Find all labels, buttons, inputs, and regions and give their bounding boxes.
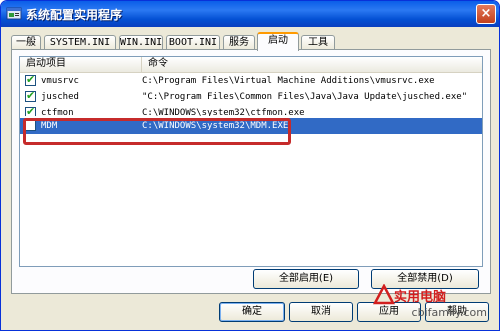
checkmark-icon: ✔	[26, 105, 36, 116]
checkmark-icon: ✔	[26, 73, 36, 86]
checkmark-icon: ✔	[26, 89, 36, 102]
item-command: C:\WINDOWS\system32\ctfmon.exe	[142, 108, 305, 116]
tab-system-ini[interactable]: SYSTEM.INI	[44, 35, 116, 50]
startup-list[interactable]: 启动项目 命令 ✔ vmusrvc C:\Program Files\Virtu…	[19, 56, 483, 267]
tab-tools[interactable]: 工具	[301, 35, 335, 50]
annotation-highlight-box	[23, 118, 291, 145]
tab-general[interactable]: 一般	[11, 35, 41, 50]
list-header: 启动项目 命令	[20, 57, 482, 73]
close-icon: ×	[480, 6, 492, 21]
cancel-button[interactable]: 取消	[289, 302, 353, 322]
site-watermark: 实用电脑 cbifamily.com	[373, 284, 493, 322]
close-button[interactable]: ×	[476, 4, 496, 24]
list-item[interactable]: ✔ ctfmon C:\WINDOWS\system32\ctfmon.exe	[20, 105, 482, 116]
watermark-url: cbifamily.com	[411, 306, 487, 319]
enable-all-button[interactable]: 全部启用(E)	[253, 269, 359, 289]
column-startup-item[interactable]: 启动项目	[20, 57, 142, 72]
item-command: "C:\Program Files\Common Files\Java\Java…	[142, 92, 468, 102]
title-bar[interactable]: 系统配置实用程序 ×	[1, 1, 499, 27]
system-config-window: 系统配置实用程序 × 一般 SYSTEM.INI WIN.INI BOOT.IN…	[0, 0, 500, 331]
list-item[interactable]: ✔ vmusrvc C:\Program Files\Virtual Machi…	[20, 73, 482, 89]
column-command[interactable]: 命令	[142, 57, 482, 72]
ok-button[interactable]: 确定	[219, 302, 285, 322]
watermark-logo: 实用电脑	[393, 290, 446, 305]
item-name: ctfmon	[41, 108, 74, 116]
item-command: C:\Program Files\Virtual Machine Additio…	[142, 76, 435, 86]
list-item[interactable]: ✔ jusched "C:\Program Files\Common Files…	[20, 89, 482, 105]
window-title: 系统配置实用程序	[26, 8, 123, 22]
item-name: vmusrvc	[41, 76, 79, 86]
tab-boot-ini[interactable]: BOOT.INI	[166, 35, 220, 50]
item-checkbox[interactable]: ✔	[25, 89, 36, 102]
tab-services[interactable]: 服务	[223, 35, 255, 50]
item-checkbox[interactable]: ✔	[25, 105, 36, 116]
item-name: jusched	[41, 92, 79, 102]
tab-startup[interactable]: 启动	[257, 32, 299, 51]
item-checkbox[interactable]: ✔	[25, 73, 36, 86]
msconfig-icon	[6, 7, 22, 20]
tab-win-ini[interactable]: WIN.INI	[119, 35, 163, 50]
triangle-logo-icon	[373, 284, 395, 305]
